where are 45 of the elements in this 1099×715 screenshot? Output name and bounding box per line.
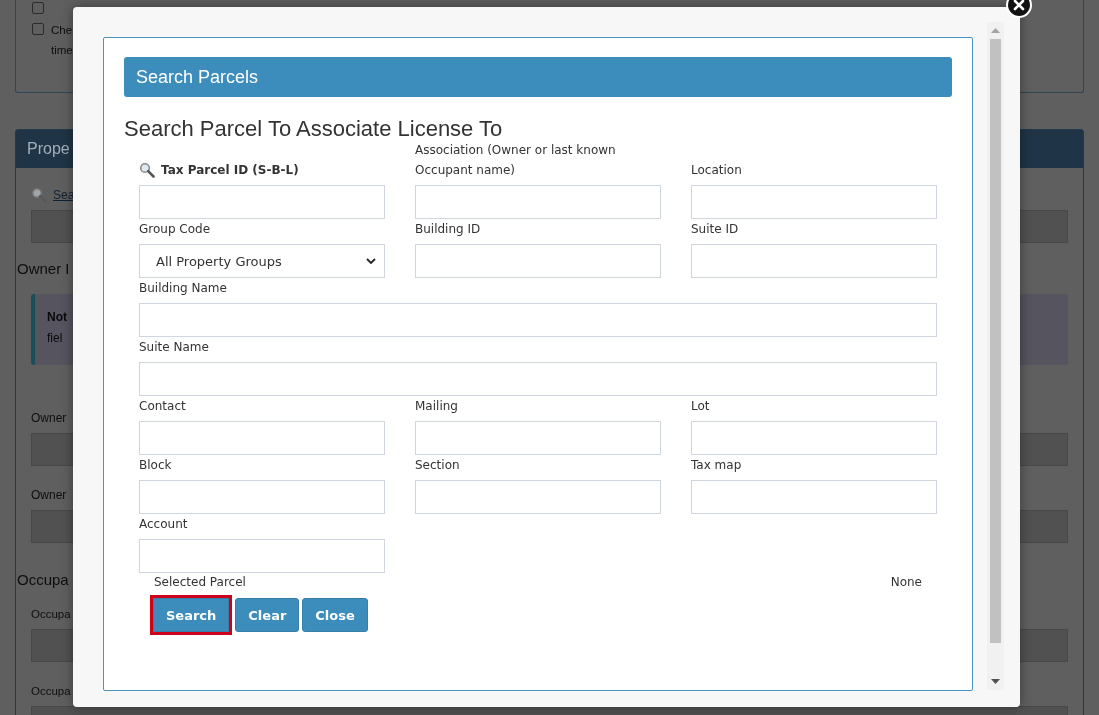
scrollbar-thumb[interactable] xyxy=(990,39,1001,643)
search-link[interactable]: Sea xyxy=(53,188,75,202)
field-label: Suite Name xyxy=(139,339,210,356)
selected-parcel-value: None xyxy=(890,574,922,591)
checkbox-label: Che xyxy=(51,23,73,38)
dialog-button[interactable]: Search xyxy=(153,598,230,632)
field-label: Occupa xyxy=(31,607,71,622)
dialog-button[interactable]: Close xyxy=(302,598,368,632)
dialog-button[interactable]: Clear xyxy=(235,598,300,632)
checkbox[interactable] xyxy=(32,23,44,35)
field-label: Owner xyxy=(31,487,67,504)
field-label: Mailing xyxy=(415,398,459,415)
scrollbar[interactable] xyxy=(987,22,1004,690)
checkbox[interactable] xyxy=(32,2,44,14)
selected-parcel-label: Selected Parcel xyxy=(154,574,246,591)
checkbox-label: time xyxy=(51,43,73,58)
field-label: Account xyxy=(139,516,189,533)
search-icon xyxy=(139,162,155,178)
field-label: Contact xyxy=(139,398,187,415)
dialog-title: Search Parcel To Associate License To xyxy=(124,116,504,142)
field-label: Lot xyxy=(691,398,711,415)
scroll-down-icon[interactable] xyxy=(991,679,1000,685)
field-label: Section xyxy=(415,457,461,474)
dropdown[interactable]: All Property Groups xyxy=(139,244,385,278)
panel-title: Prope xyxy=(27,140,70,158)
field-label: Location xyxy=(691,162,743,179)
section-heading: Owner I xyxy=(17,260,70,279)
field-label: Tax Parcel ID (S-B-L) xyxy=(161,162,299,179)
note-text: fiel xyxy=(47,330,63,347)
field-label: Building Name xyxy=(139,280,228,297)
field-label: Block xyxy=(139,457,173,474)
field-label: Association (Owner or last known Occupant name) xyxy=(415,142,617,179)
scroll-up-icon[interactable] xyxy=(991,27,1000,33)
section-heading: Occupa xyxy=(17,571,69,590)
field-label: Suite ID xyxy=(691,221,740,238)
chevron-icon xyxy=(366,257,376,265)
dialog-header: Search Parcels xyxy=(124,57,952,97)
field-label: Building ID xyxy=(415,221,482,238)
field-label: Occupa xyxy=(31,684,71,699)
field-label: Group Code xyxy=(139,221,212,238)
field-label: Tax map xyxy=(691,457,743,474)
search-icon xyxy=(31,187,47,203)
close-icon xyxy=(1013,0,1025,11)
note-title: Not xyxy=(47,309,67,326)
field-label: Owner xyxy=(31,410,67,427)
